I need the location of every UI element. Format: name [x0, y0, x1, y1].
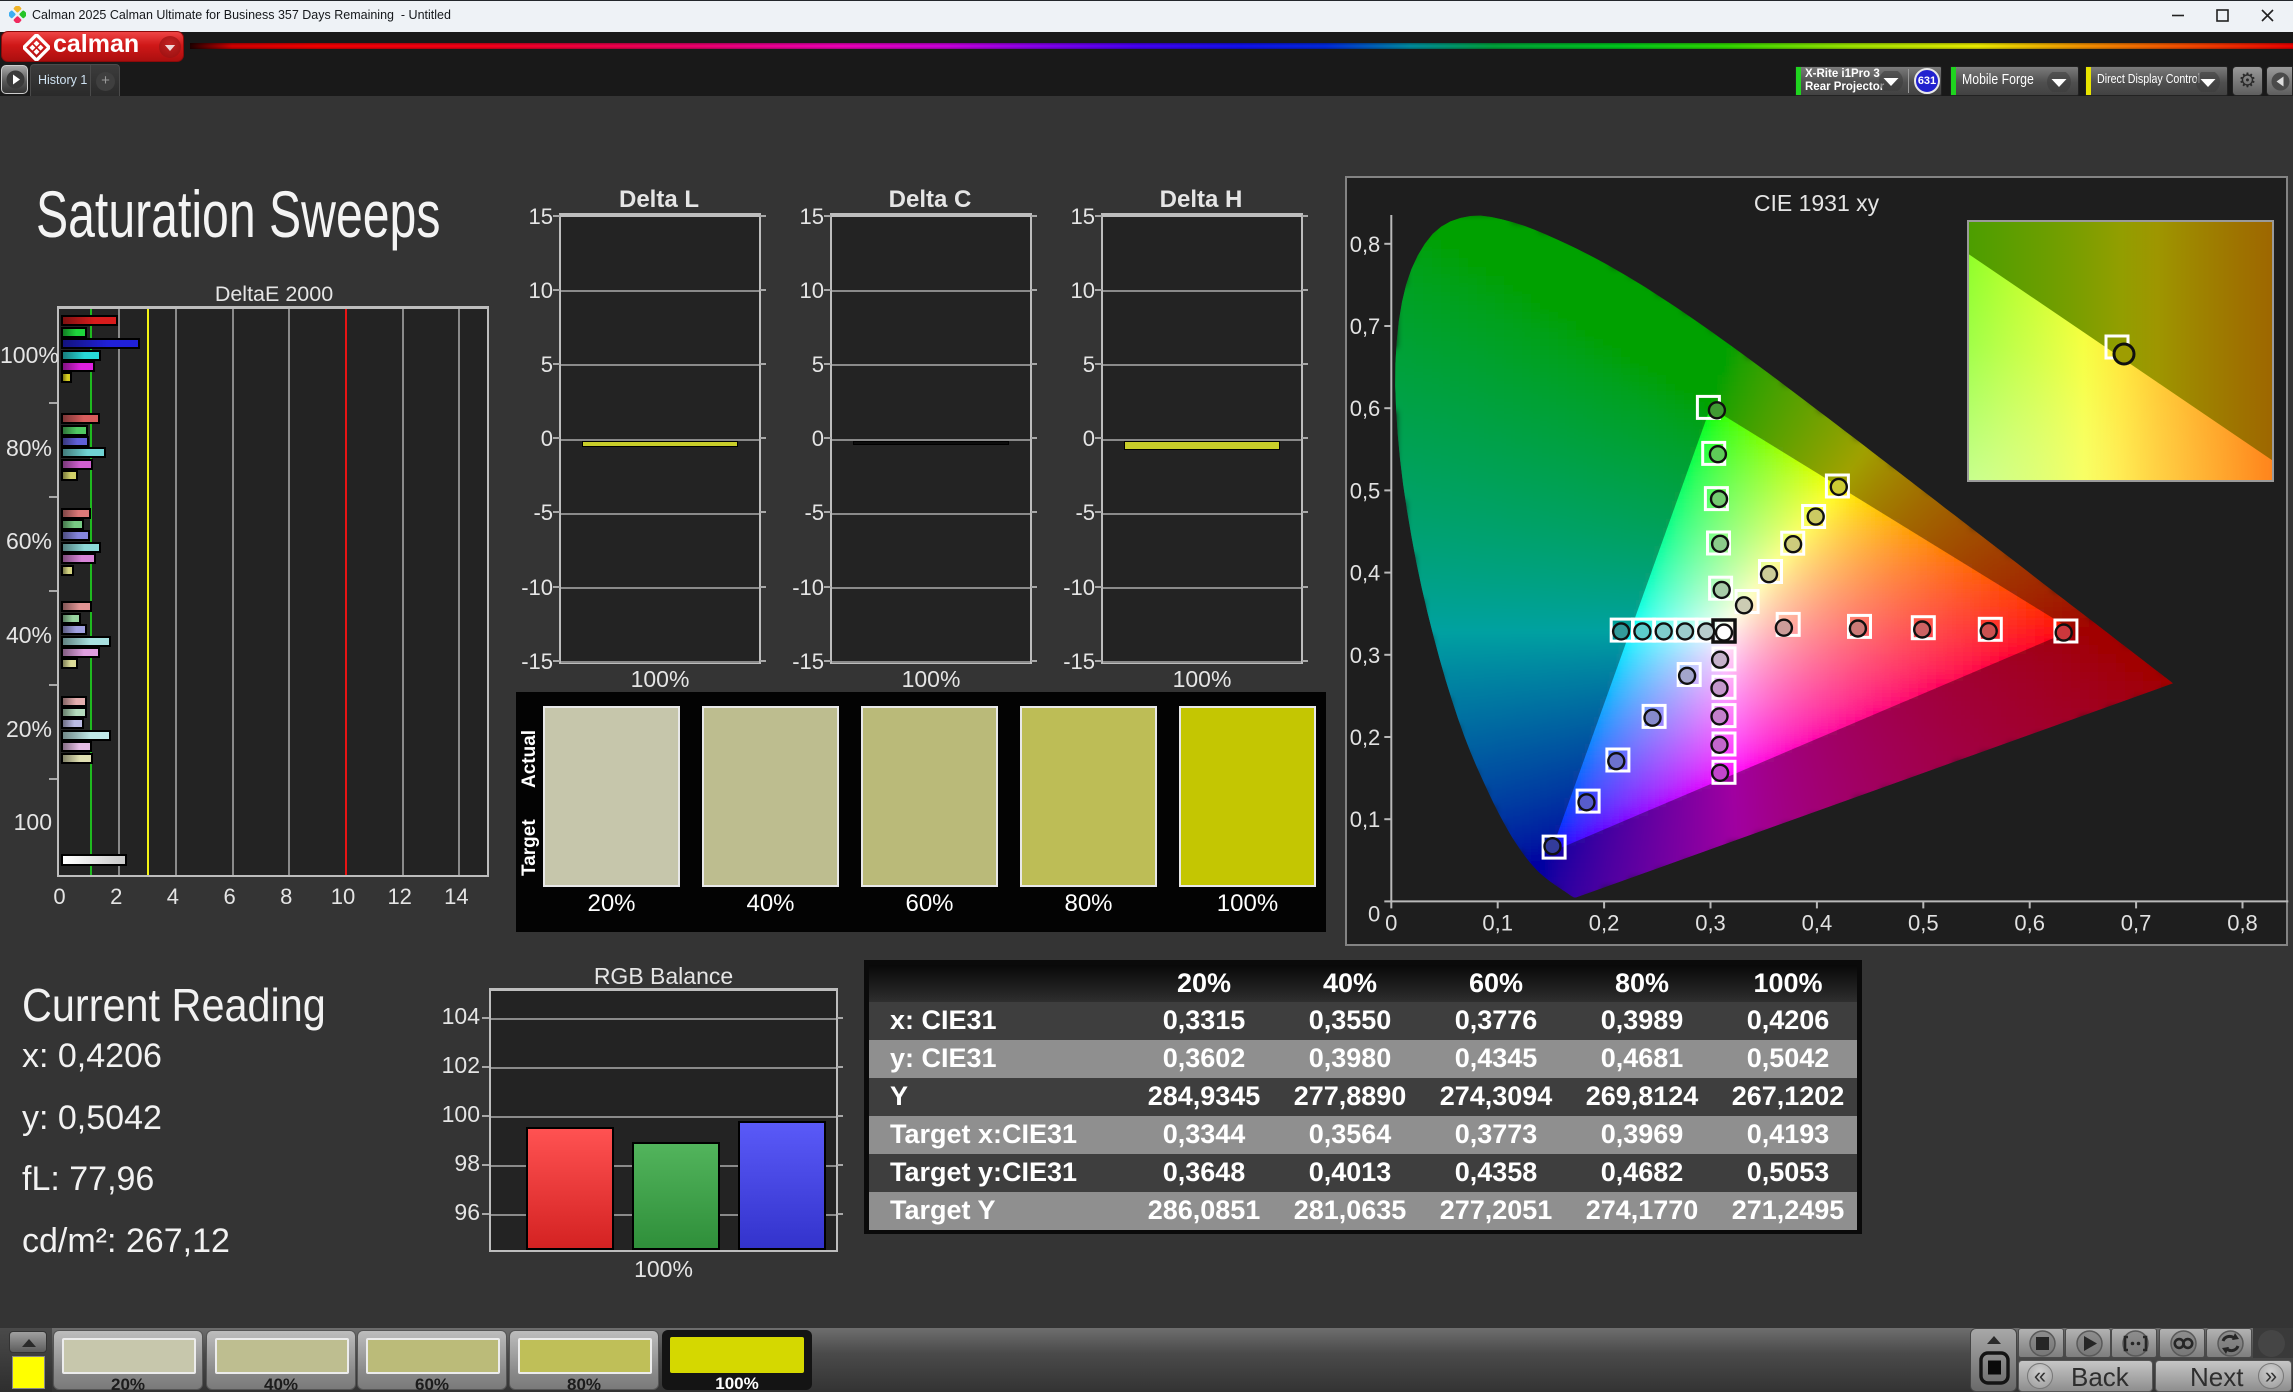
svg-text:0,5: 0,5	[1908, 910, 1939, 935]
svg-text:0,3: 0,3	[1350, 643, 1381, 668]
svg-text:0,4: 0,4	[1802, 910, 1833, 935]
svg-text:0,6: 0,6	[1350, 396, 1381, 421]
svg-text:0: 0	[1385, 910, 1397, 935]
svg-text:0,7: 0,7	[1350, 314, 1381, 339]
svg-text:0,8: 0,8	[2227, 910, 2258, 935]
svg-text:0,3: 0,3	[1695, 910, 1726, 935]
svg-text:0,1: 0,1	[1350, 807, 1381, 832]
svg-text:0,5: 0,5	[1350, 478, 1381, 503]
svg-text:0,1: 0,1	[1482, 910, 1513, 935]
svg-text:0,4: 0,4	[1350, 561, 1381, 586]
svg-text:0,2: 0,2	[1589, 910, 1620, 935]
svg-text:0,6: 0,6	[2014, 910, 2045, 935]
svg-text:0,2: 0,2	[1350, 725, 1381, 750]
svg-text:0: 0	[1368, 901, 1380, 926]
svg-text:0,8: 0,8	[1350, 232, 1381, 257]
svg-text:0,7: 0,7	[2121, 910, 2152, 935]
